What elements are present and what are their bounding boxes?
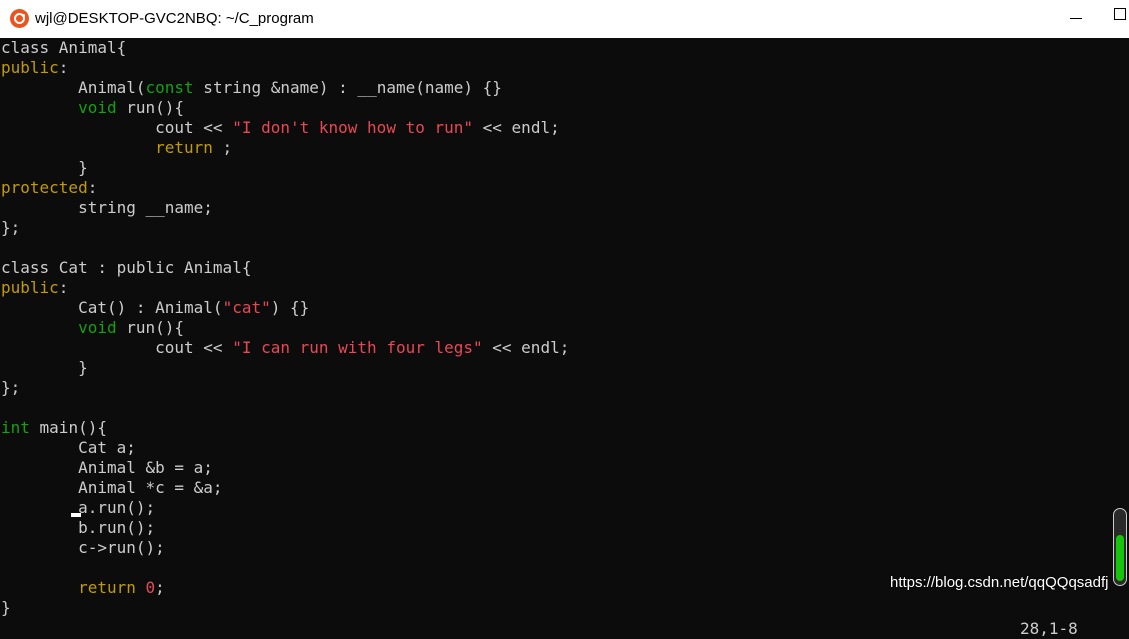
code-token: 0 [145,578,156,597]
code-token: b.run(); [1,518,156,537]
code-token: << endl; [482,338,570,357]
code-line: protected: [1,178,569,198]
code-token: public [1,278,59,297]
code-token: : [87,178,98,197]
code-token: cout << [1,118,233,137]
code-token: string __name; [1,198,213,217]
code-line: public: [1,58,569,78]
code-token: Cat() : Animal( [1,298,223,317]
code-token: Animal( [1,78,146,97]
terminal-area[interactable]: class Animal{public: Animal(const string… [0,38,1129,639]
code-line: cout << "I don't know how to run" << end… [1,118,569,138]
code-token: ) {} [270,298,310,317]
text-cursor [71,513,81,517]
code-token: c->run(); [1,538,165,557]
code-line: Animal &b = a; [1,458,569,478]
code-token: main(){ [29,418,107,437]
code-token: const [145,78,194,97]
code-token: } [1,358,88,377]
minimize-button[interactable] [1060,0,1094,38]
code-line: class Animal{ [1,38,569,58]
code-token: "I can run with four legs" [232,338,483,357]
code-token: int [1,418,30,437]
code-token: public [1,58,59,77]
code-token: }; [1,378,21,397]
code-token: << endl; [473,118,560,137]
code-token: string &name) : __name(name) {} [193,78,502,97]
code-line: public: [1,278,569,298]
ubuntu-icon [10,9,29,28]
code-line: void run(){ [1,98,569,118]
code-token: run(){ [116,98,185,117]
code-token: void [78,318,117,337]
code-line: Animal(const string &name) : __name(name… [1,78,569,98]
code-line: } [1,358,569,378]
code-line: } [1,158,569,178]
code-line: Cat a; [1,438,569,458]
window-title: wjl@DESKTOP-GVC2NBQ: ~/C_program [35,10,314,27]
code-line: c->run(); [1,538,569,558]
scrollbar[interactable] [1113,508,1127,586]
code-token: : [58,58,69,77]
code-token: Animal *c = &a; [1,478,223,497]
code-token: } [1,158,88,177]
code-token: return [78,578,136,597]
cursor-position-indicator: 28,1-8 [1020,619,1078,638]
code-token: } [1,598,11,617]
code-token: class Cat : public Animal{ [1,258,252,277]
code-token: Cat a; [1,438,136,457]
code-token: protected [1,178,88,197]
scrollbar-thumb[interactable] [1116,535,1124,581]
code-token: ; [212,138,233,157]
code-token: run(){ [116,318,185,337]
code-token: }; [1,218,21,237]
code-line: } [1,598,569,618]
title-bar[interactable]: wjl@DESKTOP-GVC2NBQ: ~/C_program [0,0,1129,38]
watermark: https://blog.csdn.net/qqQQqsadfj [890,574,1109,591]
code-line: Animal *c = &a; [1,478,569,498]
code-token: "I don't know how to run" [232,118,474,137]
code-line: return ; [1,138,569,158]
code-token: cout << [1,338,233,357]
code-line: cout << "I can run with four legs" << en… [1,338,569,358]
code-line: }; [1,378,569,398]
code-line: return 0; [1,578,569,598]
code-line: void run(){ [1,318,569,338]
code-token: return [155,138,213,157]
code-token: Animal &b = a; [1,458,213,477]
code-line: b.run(); [1,518,569,538]
code-line: a.run(); [1,498,569,518]
code-token: ; [155,578,165,597]
code-token: class Animal{ [1,38,127,57]
maximize-button[interactable] [1095,0,1129,38]
code-line: class Cat : public Animal{ [1,258,569,278]
code-editor[interactable]: class Animal{public: Animal(const string… [1,38,569,618]
code-line: int main(){ [1,418,569,438]
code-line: }; [1,218,569,238]
code-line: string __name; [1,198,569,218]
code-line: Cat() : Animal("cat") {} [1,298,569,318]
code-token: "cat" [222,298,271,317]
code-token: void [78,98,117,117]
code-token: : [58,278,69,297]
